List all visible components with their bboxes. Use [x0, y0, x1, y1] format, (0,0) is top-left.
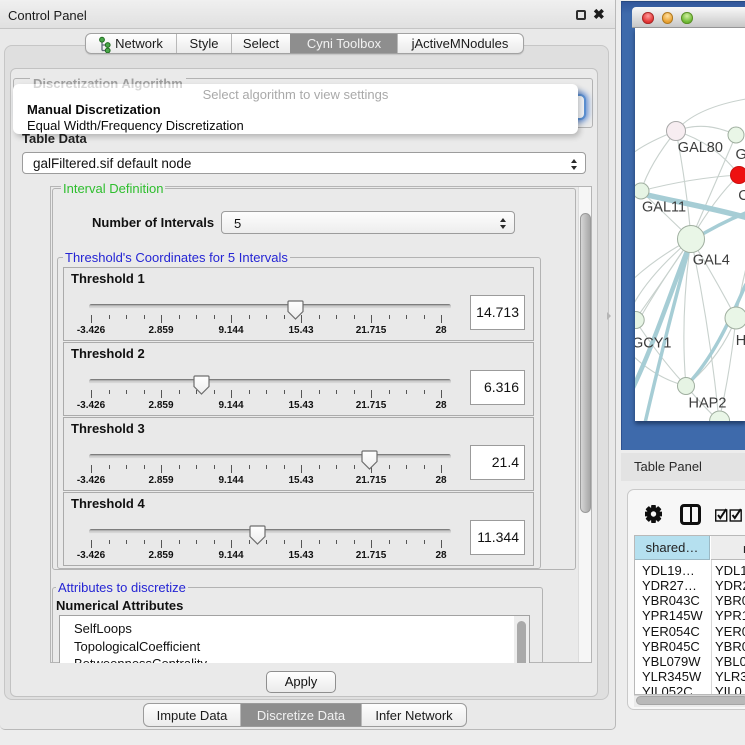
svg-text:GCY1: GCY1: [635, 336, 672, 352]
svg-text:C: C: [738, 188, 745, 204]
svg-text:GAL11: GAL11: [642, 200, 686, 216]
svg-text:HAP2: HAP2: [689, 396, 727, 412]
svg-text:GAL4: GAL4: [693, 253, 730, 269]
svg-text:GA: GA: [736, 147, 745, 163]
svg-text:HIS: HIS: [736, 333, 745, 349]
svg-text:GAL80: GAL80: [678, 140, 723, 156]
